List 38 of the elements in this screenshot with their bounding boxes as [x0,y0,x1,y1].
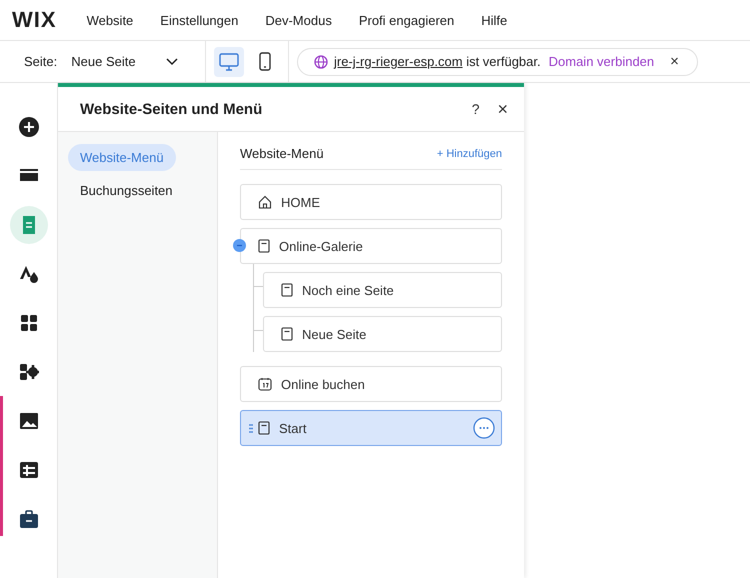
calendar-icon [258,377,272,391]
collapse-toggle-icon[interactable] [233,239,246,252]
page-label: Seite: [24,54,58,69]
desktop-icon [219,52,239,70]
page-dropdown[interactable]: Neue Seite [71,54,178,69]
top-menu-item[interactable]: Profi engagieren [358,12,454,28]
wix-logo[interactable]: WIX [12,7,57,33]
desktop-view-button[interactable] [214,46,244,76]
help-button[interactable]: ? [472,101,480,117]
page-item[interactable]: Start [240,410,502,446]
globe-icon [314,54,328,68]
page-item[interactable]: HOME [240,184,502,220]
home-icon [258,195,272,209]
panel-title: Website-Seiten und Menü [80,100,264,118]
close-button[interactable]: × [497,98,508,120]
mobile-phone-icon [259,52,271,71]
page-item[interactable]: Neue Seite [263,316,502,352]
page-icon[interactable] [10,206,48,244]
page-item[interactable]: Online buchen [240,366,502,402]
close-button[interactable]: × [670,53,679,70]
chevron-down-icon [166,58,178,66]
more-options-icon[interactable] [473,417,495,439]
add-page-link[interactable]: + Hinzufügen [436,148,502,160]
domain-message: jre-j-rg-rieger-esp.com ist verfügbar. [334,54,541,69]
menu-heading: Website-Menü [240,146,324,161]
panel-nav-item[interactable]: Buchungsseiten [68,177,185,204]
top-menu-item[interactable]: Website [86,12,134,28]
page-item[interactable]: Online-Galerie [240,228,502,264]
page-icon [258,421,270,435]
drag-handle-icon[interactable] [249,424,253,433]
top-menu-item[interactable]: Dev-Modus [265,12,332,28]
page-icon [281,283,293,297]
connect-domain-link[interactable]: Domain verbinden [548,54,654,69]
page-icon [258,239,270,253]
page-icon [281,327,293,341]
top-menu-item[interactable]: Hilfe [481,12,508,28]
top-menu-item[interactable]: Einstellungen [160,12,238,28]
page-item[interactable]: Noch eine Seite [263,272,502,308]
